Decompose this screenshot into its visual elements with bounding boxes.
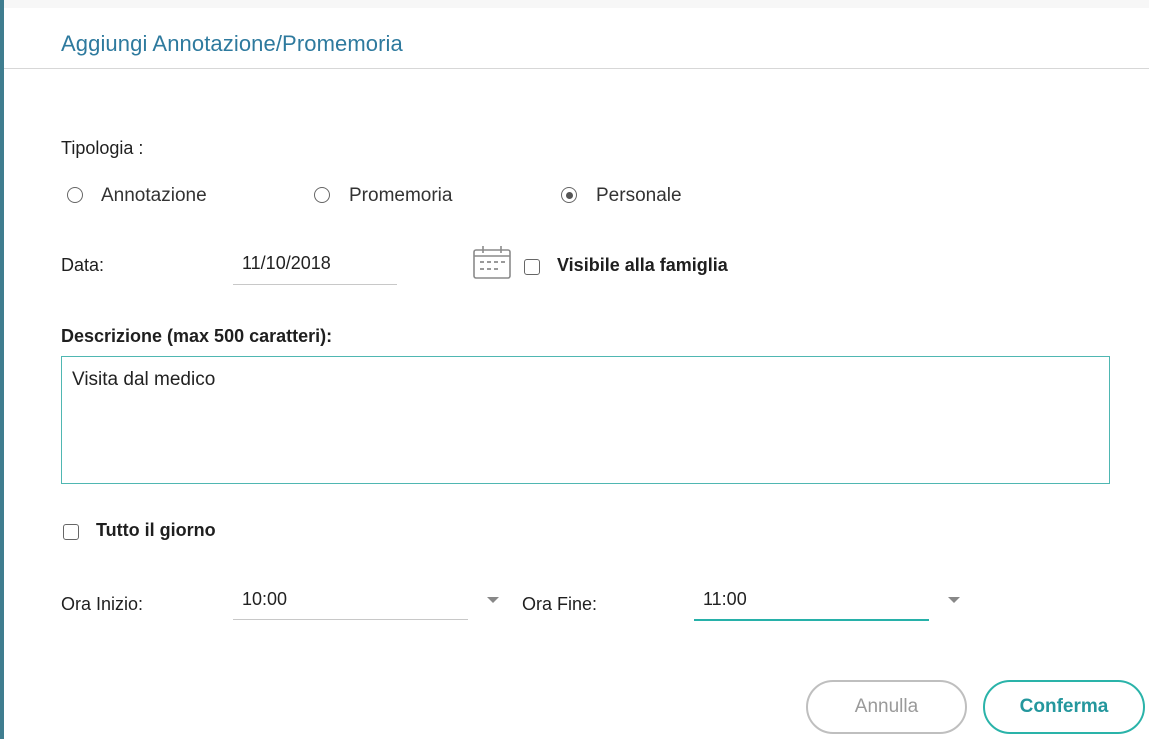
all-day-checkbox[interactable] [63,524,79,540]
start-time-underline [233,619,468,620]
date-input[interactable]: 11/10/2018 [242,253,331,274]
confirm-button[interactable]: Conferma [983,680,1145,734]
dialog-left-border [0,0,4,739]
radio-annotazione-label[interactable]: Annotazione [101,185,207,207]
cancel-button[interactable]: Annulla [806,680,967,734]
date-input-underline [233,284,397,285]
radio-promemoria-label[interactable]: Promemoria [349,185,452,207]
calendar-icon[interactable] [472,244,512,280]
tipologia-label: Tipologia : [61,138,144,158]
visible-to-family-checkbox[interactable] [524,259,540,275]
end-time-chevron-down-icon[interactable] [948,597,960,603]
radio-personale-label[interactable]: Personale [596,185,682,207]
radio-personale-circle[interactable] [561,187,577,203]
top-strip [4,0,1149,8]
description-textarea[interactable]: Visita dal medico [61,356,1110,484]
radio-promemoria-circle[interactable] [314,187,330,203]
description-label: Descrizione (max 500 caratteri): [61,326,333,346]
end-time-select[interactable]: 11:00 [703,589,747,610]
all-day-label[interactable]: Tutto il giorno [96,520,216,541]
data-label: Data: [61,255,105,275]
start-time-label: Ora Inizio: [61,594,144,614]
radio-annotazione-circle[interactable] [67,187,83,203]
end-time-label: Ora Fine: [522,594,598,614]
title-divider [4,68,1149,69]
start-time-select[interactable]: 10:00 [242,589,287,610]
end-time-underline [694,619,929,621]
dialog-title: Aggiungi Annotazione/Promemoria [61,31,403,56]
visible-to-family-label[interactable]: Visibile alla famiglia [557,255,728,276]
start-time-chevron-down-icon[interactable] [487,597,499,603]
